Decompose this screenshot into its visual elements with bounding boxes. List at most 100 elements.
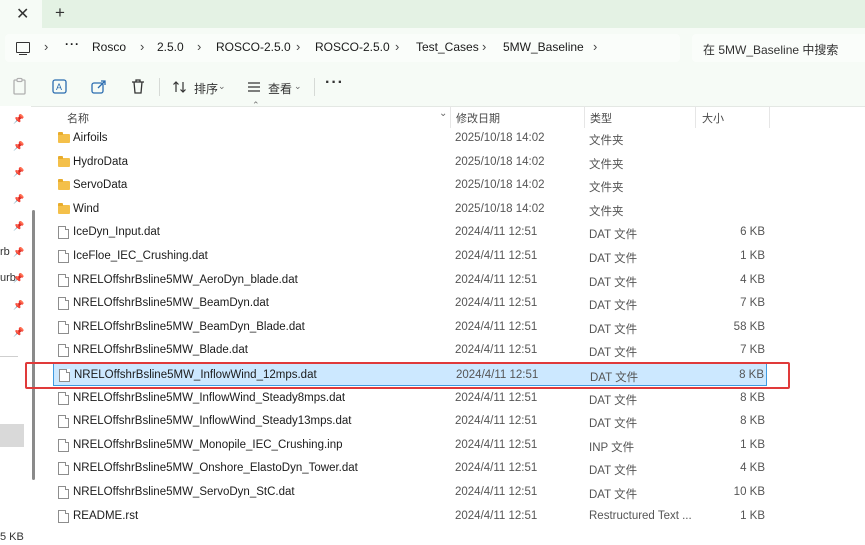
file-type: DAT 文件 (589, 276, 638, 289)
file-row[interactable]: ServoData 2025/10/18 14:02 文件夹 (53, 174, 767, 197)
pin-icon[interactable]: 📌 (13, 248, 24, 257)
delete-icon[interactable] (130, 76, 146, 98)
file-row[interactable]: IceDyn_Input.dat 2024/4/11 12:51 DAT 文件 6 K… (53, 221, 767, 244)
file-row[interactable]: Airfoils 2025/10/18 14:02 文件夹 (53, 127, 767, 150)
nav-item-fragment[interactable]: rb (0, 246, 10, 258)
file-size: 1 KB (740, 250, 765, 262)
pin-icon[interactable]: 📌 (13, 115, 24, 124)
sort-label: 排序 (194, 82, 219, 96)
file-type: DAT 文件 (589, 229, 638, 242)
folder-icon (58, 179, 70, 191)
chevron-down-icon[interactable]: ⌄ (439, 108, 447, 119)
file-row[interactable]: NRELOffshrBsline5MW_InflowWind_Steady8mp… (53, 387, 767, 410)
tab-active[interactable]: ✕ (0, 0, 42, 28)
sort-button[interactable]: 排序 ⌄ (172, 76, 230, 98)
breadcrumb-rosco-2-5-0[interactable]: ROSCO-2.5.0 (216, 40, 291, 54)
highlight-box (25, 362, 790, 389)
header-divider[interactable] (769, 106, 770, 128)
nav-selected-item[interactable] (0, 424, 24, 447)
file-date: 2024/4/11 12:51 (455, 509, 538, 522)
file-row[interactable]: README.rst 2024/4/11 12:51 Restructured Te… (53, 505, 767, 528)
breadcrumb-rosco-2-5-0-inner[interactable]: ROSCO-2.5.0 (315, 40, 390, 54)
file-type: DAT 文件 (589, 347, 638, 360)
more-locations-icon[interactable]: ··· (65, 37, 80, 51)
nav-divider (0, 356, 18, 357)
file-size: 1 KB (740, 509, 765, 522)
nav-scrollbar[interactable] (32, 210, 35, 480)
pin-icon[interactable]: 📌 (13, 168, 24, 177)
chevron-right-icon[interactable]: › (395, 39, 399, 54)
file-size: 8 KB (740, 391, 765, 404)
file-row[interactable]: NRELOffshrBsline5MW_BeamDyn.dat 2024/4/11… (53, 292, 767, 315)
file-type: DAT 文件 (589, 465, 638, 478)
chevron-right-icon[interactable]: › (44, 39, 48, 54)
file-row[interactable]: NRELOffshrBsline5MW_InflowWind_Steady13m… (53, 410, 767, 433)
toolbar-divider (159, 78, 160, 96)
file-name: IceFloe_IEC_Crushing.dat (73, 250, 208, 262)
chevron-right-icon[interactable]: › (296, 39, 300, 54)
breadcrumb-rosco[interactable]: Rosco (92, 40, 126, 54)
file-icon (58, 344, 69, 358)
pin-icon[interactable]: 📌 (13, 301, 24, 310)
file-name: NRELOffshrBsline5MW_Monopile_IEC_Crushin… (73, 438, 343, 451)
file-type: Restructured Text ... (589, 509, 692, 522)
file-type: 文件夹 (589, 205, 624, 218)
file-row[interactable]: NRELOffshrBsline5MW_Monopile_IEC_Crushin… (53, 434, 767, 457)
file-date: 2024/4/11 12:51 (455, 462, 538, 475)
file-name: NRELOffshrBsline5MW_Blade.dat (73, 344, 248, 357)
file-date: 2024/4/11 12:51 (455, 273, 538, 286)
chevron-right-icon[interactable]: › (140, 39, 144, 54)
file-row[interactable]: NRELOffshrBsline5MW_ServoDyn_StC.dat 2024… (53, 481, 767, 504)
chevron-right-icon[interactable]: › (482, 39, 486, 54)
view-button[interactable]: 查看 ⌄ (247, 76, 307, 98)
pin-icon[interactable]: 📌 (13, 274, 24, 283)
header-date[interactable]: 修改日期 (456, 110, 500, 126)
file-icon (58, 297, 69, 311)
file-icon (58, 320, 69, 334)
address-bar[interactable]: › ··· Rosco › 2.5.0 › ROSCO-2.5.0 › ROSC… (5, 34, 680, 62)
paste-icon[interactable] (12, 76, 28, 98)
close-tab-icon[interactable]: ✕ (16, 4, 29, 24)
breadcrumb-test-cases[interactable]: Test_Cases (416, 40, 479, 54)
pin-icon[interactable]: 📌 (13, 328, 24, 337)
header-divider[interactable] (584, 106, 585, 128)
pin-icon[interactable]: 📌 (13, 142, 24, 151)
file-row[interactable]: NRELOffshrBsline5MW_Onshore_ElastoDyn_To… (53, 457, 767, 480)
command-bar: A 排序 ⌄ 查看 ⌄ ··· (0, 68, 865, 107)
new-tab-icon[interactable]: + (55, 3, 65, 23)
file-row[interactable]: NRELOffshrBsline5MW_BeamDyn_Blade.dat 202… (53, 316, 767, 339)
search-input[interactable]: 在 5MW_Baseline 中搜索 (692, 34, 865, 62)
file-name: NRELOffshrBsline5MW_BeamDyn_Blade.dat (73, 320, 305, 333)
share-icon[interactable] (90, 76, 108, 98)
header-type[interactable]: 类型 (590, 110, 612, 126)
file-size: 8 KB (740, 415, 765, 428)
file-name: Airfoils (73, 132, 108, 144)
file-name: NRELOffshrBsline5MW_ServoDyn_StC.dat (73, 486, 295, 498)
rename-icon[interactable]: A (51, 76, 69, 98)
header-size[interactable]: 大小 (702, 110, 724, 126)
navigation-pane: 📌 📌 📌 📌 📌 rb 📌 urb 📌 📌 📌 (0, 106, 31, 545)
header-divider[interactable] (695, 106, 696, 128)
header-divider[interactable] (450, 106, 451, 128)
more-options-icon[interactable]: ··· (325, 74, 344, 96)
file-date: 2024/4/11 12:51 (455, 391, 538, 404)
computer-icon[interactable] (16, 42, 30, 56)
file-type: 文件夹 (589, 135, 624, 147)
breadcrumb-2-5-0[interactable]: 2.5.0 (157, 40, 184, 54)
breadcrumb-5mw-baseline[interactable]: 5MW_Baseline (503, 40, 584, 54)
chevron-right-icon[interactable]: › (593, 39, 597, 54)
file-row[interactable]: Wind 2025/10/18 14:02 文件夹 (53, 198, 767, 221)
pin-icon[interactable]: 📌 (13, 195, 24, 204)
chevron-right-icon[interactable]: › (197, 39, 201, 54)
header-name[interactable]: 名称 (67, 110, 89, 126)
file-row[interactable]: HydroData 2025/10/18 14:02 文件夹 (53, 151, 767, 174)
file-name: README.rst (73, 509, 139, 522)
file-date: 2025/10/18 14:02 (455, 132, 545, 144)
file-row[interactable]: IceFloe_IEC_Crushing.dat 2024/4/11 12:51 D… (53, 245, 767, 268)
pin-icon[interactable]: 📌 (13, 222, 24, 231)
file-row[interactable]: NRELOffshrBsline5MW_Blade.dat 2024/4/11 1… (53, 339, 767, 362)
file-size: 7 KB (740, 344, 765, 357)
toolbar-divider (314, 78, 315, 96)
file-icon (58, 415, 69, 429)
file-row[interactable]: NRELOffshrBsline5MW_AeroDyn_blade.dat 202… (53, 269, 767, 292)
